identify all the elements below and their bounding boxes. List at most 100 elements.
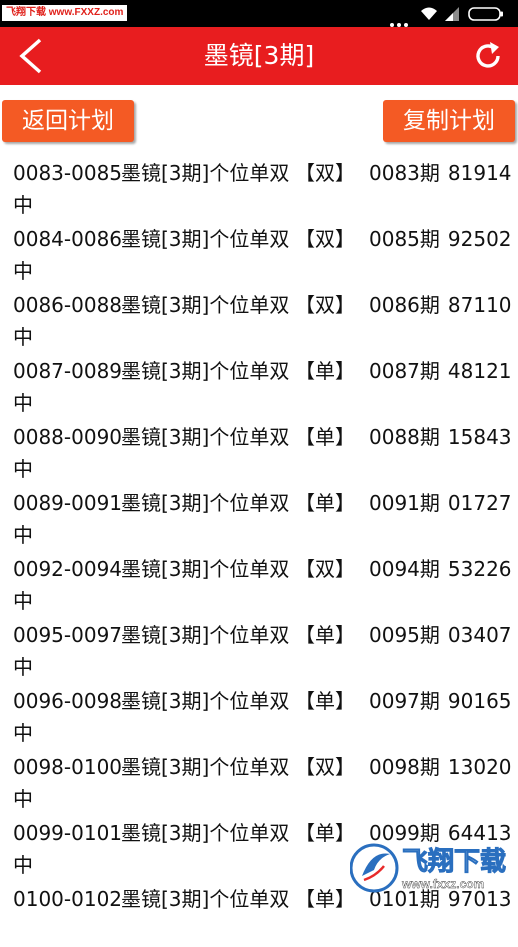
- record-number: 01727: [447, 491, 512, 515]
- record-range: 0096-0098: [13, 689, 123, 713]
- record-line: 0087-0089墨镜[3期]个位单双 【单】 0087期 48121: [13, 356, 512, 386]
- record-issue: 0085期: [369, 227, 440, 251]
- record-tag: 【单】: [295, 425, 355, 449]
- record-result: 中: [13, 523, 33, 547]
- list-item: 0096-0098墨镜[3期]个位单双 【单】 0097期 90165 中: [13, 683, 518, 749]
- record-plan: 墨镜[3期]个位单双: [121, 293, 290, 317]
- record-line: 0096-0098墨镜[3期]个位单双 【单】 0097期 90165: [13, 686, 512, 716]
- battery-icon: [468, 7, 503, 21]
- record-plan: 墨镜[3期]个位单双: [121, 887, 290, 911]
- record-list: 0083-0085墨镜[3期]个位单双 【双】 0083期 81914 中 0084-00…: [13, 155, 518, 947]
- record-line: 0089-0091墨镜[3期]个位单双 【单】 0091期 01727: [13, 488, 512, 518]
- record-line: 0088-0090墨镜[3期]个位单双 【单】 0088期 15843: [13, 422, 512, 452]
- list-item: 0083-0085墨镜[3期]个位单双 【双】 0083期 81914 中: [13, 155, 518, 221]
- record-plan: 墨镜[3期]个位单双: [121, 491, 290, 515]
- record-plan: 墨镜[3期]个位单双: [121, 557, 290, 581]
- watermark-logo: 飞翔下载 www.fxxz.com: [350, 843, 507, 893]
- record-number: 87110: [447, 293, 512, 317]
- record-tag: 【双】: [295, 293, 355, 317]
- record-plan: 墨镜[3期]个位单双: [121, 755, 290, 779]
- record-plan: 墨镜[3期]个位单双: [121, 623, 290, 647]
- record-result: 中: [13, 721, 33, 745]
- back-plan-button[interactable]: 返回计划: [2, 100, 134, 142]
- list-item: 0088-0090墨镜[3期]个位单双 【单】 0088期 15843 中: [13, 419, 518, 485]
- svg-text:飞翔下载: 飞翔下载: [402, 846, 506, 876]
- record-number: 53226: [447, 557, 512, 581]
- record-range: 0086-0088: [13, 293, 123, 317]
- record-number: 92502: [447, 227, 512, 251]
- record-range: 0083-0085: [13, 161, 123, 185]
- record-line: 0092-0094墨镜[3期]个位单双 【双】 0094期 53226: [13, 554, 512, 584]
- record-result: 中: [13, 457, 33, 481]
- record-tag: 【单】: [295, 623, 355, 647]
- record-line: 0083-0085墨镜[3期]个位单双 【双】 0083期 81914: [13, 158, 512, 188]
- list-item: 0084-0086墨镜[3期]个位单双 【双】 0085期 92502 中: [13, 221, 518, 287]
- record-range: 0088-0090: [13, 425, 123, 449]
- list-item: 0089-0091墨镜[3期]个位单双 【单】 0091期 01727 中: [13, 485, 518, 551]
- record-tag: 【双】: [295, 227, 355, 251]
- record-issue: 0094期: [369, 557, 440, 581]
- record-line: 0098-0100墨镜[3期]个位单双 【双】 0098期 13020: [13, 752, 512, 782]
- status-bar: 飞翔下载 www.FXXZ.com: [0, 0, 518, 27]
- more-dots-icon: [390, 12, 420, 27]
- record-issue: 0087期: [369, 359, 440, 383]
- record-line: 0086-0088墨镜[3期]个位单双 【双】 0086期 87110: [13, 290, 512, 320]
- record-tag: 【双】: [295, 557, 355, 581]
- record-issue: 0095期: [369, 623, 440, 647]
- list-item: 0092-0094墨镜[3期]个位单双 【双】 0094期 53226 中: [13, 551, 518, 617]
- refresh-icon[interactable]: [472, 40, 504, 72]
- record-issue: 0098期: [369, 755, 440, 779]
- record-issue: 0083期: [369, 161, 440, 185]
- record-issue: 0088期: [369, 425, 440, 449]
- record-issue: 0091期: [369, 491, 440, 515]
- status-icons: [390, 6, 510, 27]
- record-plan: 墨镜[3期]个位单双: [121, 821, 290, 845]
- record-tag: 【双】: [295, 755, 355, 779]
- record-tag: 【单】: [295, 491, 355, 515]
- record-issue: 0086期: [369, 293, 440, 317]
- record-result: 中: [13, 787, 33, 811]
- record-plan: 墨镜[3期]个位单双: [121, 359, 290, 383]
- title-bar: 墨镜[3期]: [0, 27, 518, 85]
- record-line: 0095-0097墨镜[3期]个位单双 【单】 0095期 03407: [13, 620, 512, 650]
- list-item: 0095-0097墨镜[3期]个位单双 【单】 0095期 03407 中: [13, 617, 518, 683]
- signal-icon: [445, 7, 459, 21]
- record-plan: 墨镜[3期]个位单双: [121, 227, 290, 251]
- record-number: 15843: [447, 425, 512, 449]
- record-range: 0084-0086: [13, 227, 123, 251]
- svg-text:www.fxxz.com: www.fxxz.com: [401, 877, 484, 891]
- record-range: 0100-0102: [13, 887, 123, 911]
- record-number: 81914: [447, 161, 512, 185]
- record-plan: 墨镜[3期]个位单双: [121, 161, 290, 185]
- record-result: 中: [13, 325, 33, 349]
- record-range: 0099-0101: [13, 821, 123, 845]
- record-tag: 【单】: [295, 359, 355, 383]
- source-badge: 飞翔下载 www.FXXZ.com: [2, 5, 128, 21]
- list-item: 0098-0100墨镜[3期]个位单双 【双】 0098期 13020 中: [13, 749, 518, 815]
- record-range: 0098-0100: [13, 755, 123, 779]
- record-plan: 墨镜[3期]个位单双: [121, 425, 290, 449]
- record-number: 13020: [447, 755, 512, 779]
- record-issue: 0097期: [369, 689, 440, 713]
- record-tag: 【双】: [295, 161, 355, 185]
- record-result: 中: [13, 589, 33, 613]
- record-number: 03407: [447, 623, 512, 647]
- copy-plan-button[interactable]: 复制计划: [383, 100, 515, 142]
- record-number: 48121: [447, 359, 512, 383]
- record-number: 90165: [447, 689, 512, 713]
- record-plan: 墨镜[3期]个位单双: [121, 689, 290, 713]
- record-result: 中: [13, 259, 33, 283]
- record-tag: 【单】: [295, 689, 355, 713]
- record-result: 中: [13, 853, 33, 877]
- record-result: 中: [13, 193, 33, 217]
- record-range: 0089-0091: [13, 491, 123, 515]
- wifi-icon: [421, 7, 437, 20]
- record-line: 0084-0086墨镜[3期]个位单双 【双】 0085期 92502: [13, 224, 512, 254]
- record-range: 0087-0089: [13, 359, 123, 383]
- list-item: 0087-0089墨镜[3期]个位单双 【单】 0087期 48121 中: [13, 353, 518, 419]
- page-title: 墨镜[3期]: [203, 41, 315, 70]
- record-result: 中: [13, 391, 33, 415]
- record-range: 0095-0097: [13, 623, 123, 647]
- list-item: 0086-0088墨镜[3期]个位单双 【双】 0086期 87110 中: [13, 287, 518, 353]
- record-result: 中: [13, 655, 33, 679]
